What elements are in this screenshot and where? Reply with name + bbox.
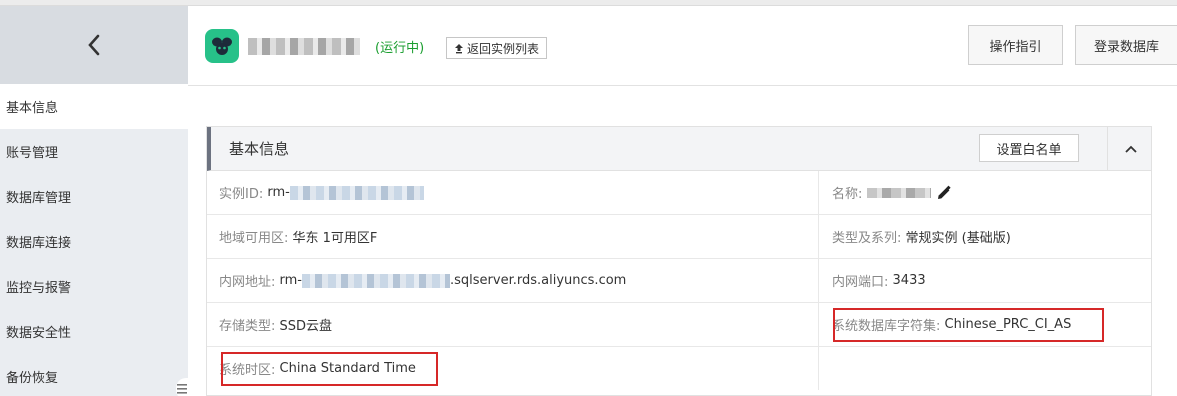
region-zone-field: 地域可用区: 华东 1可用区F <box>207 215 819 258</box>
instance-header: (运行中) 返回实例列表 操作指引 登录数据库 <box>188 6 1177 86</box>
back-to-list-button[interactable]: 返回实例列表 <box>446 37 548 59</box>
sidebar-item-label: 监控与报警 <box>6 281 72 296</box>
internal-port-field: 内网端口: 3433 <box>819 259 1151 302</box>
name-field: 名称: <box>819 171 1151 214</box>
collapse-panel-button[interactable] <box>1107 127 1153 170</box>
sidebar-item-label: 数据库连接 <box>6 236 72 251</box>
panel-header: 基本信息 设置白名单 <box>207 127 1151 171</box>
info-row: 地域可用区: 华东 1可用区F 类型及系列: 常规实例 (基础版) <box>207 215 1151 259</box>
timezone-highlight-box <box>221 352 438 386</box>
sidebar-item-security[interactable]: 数据安全性 <box>0 309 188 354</box>
upload-arrow-icon <box>455 43 463 53</box>
internal-address-suffix: .sqlserver.rds.aliyuncs.com <box>450 273 627 288</box>
field-label: 内网地址: <box>219 275 276 290</box>
instance-name-redacted <box>248 38 360 55</box>
internal-address-prefix: rm- <box>279 273 303 288</box>
sidebar-item-label: 备份恢复 <box>6 371 59 386</box>
sidebar-item-backup[interactable]: 备份恢复 <box>0 354 188 396</box>
instance-id-field: 实例ID: rm- <box>207 171 819 214</box>
edit-name-icon[interactable] <box>936 185 952 201</box>
sidebar-item-label: 账号管理 <box>6 146 59 161</box>
back-to-list-label: 返回实例列表 <box>467 41 540 56</box>
panel-title: 基本信息 <box>229 140 290 158</box>
field-label: 类型及系列: <box>832 231 902 246</box>
sqlserver-instance-icon <box>205 29 239 63</box>
type-series-value: 常规实例 (基础版) <box>905 231 1011 246</box>
charset-highlight-box <box>833 308 1104 342</box>
field-label: 名称: <box>832 187 863 202</box>
sidebar-item-databases[interactable]: 数据库管理 <box>0 174 188 219</box>
sidebar-item-label: 基本信息 <box>6 101 59 116</box>
sidebar-collapse-toggle[interactable] <box>176 378 188 396</box>
login-database-button[interactable]: 登录数据库 <box>1075 25 1177 65</box>
sidebar-item-accounts[interactable]: 账号管理 <box>0 129 188 174</box>
sidebar-item-connection[interactable]: 数据库连接 <box>0 219 188 264</box>
storage-type-field: 存储类型: SSD云盘 <box>207 303 819 346</box>
instance-id-value: rm- <box>267 185 290 200</box>
chevron-up-icon <box>1124 145 1137 153</box>
menu-icon <box>177 384 187 394</box>
sidebar-item-basic-info[interactable]: 基本信息 <box>0 84 188 129</box>
redacted-instance-name <box>866 187 931 198</box>
sidebar-item-label: 数据安全性 <box>6 326 72 341</box>
database-engine-icon <box>212 37 232 55</box>
redacted-instance-id <box>289 185 424 200</box>
status-badge: (运行中) <box>375 41 425 56</box>
internal-port-value: 3433 <box>892 273 926 288</box>
type-series-field: 类型及系列: 常规实例 (基础版) <box>819 215 1151 258</box>
sidebar: 基本信息 账号管理 数据库管理 数据库连接 监控与报警 数据安全性 备份恢复 <box>0 6 188 396</box>
back-button[interactable] <box>0 6 188 84</box>
chevron-left-icon <box>88 34 100 56</box>
field-label: 实例ID: <box>219 187 264 202</box>
empty-cell <box>819 347 1151 390</box>
info-row: 内网地址: rm- .sqlserver.rds.aliyuncs.com 内网… <box>207 259 1151 303</box>
set-whitelist-button[interactable]: 设置白名单 <box>979 134 1079 162</box>
sidebar-item-label: 数据库管理 <box>6 191 72 206</box>
region-zone-value: 华东 1可用区F <box>292 231 378 246</box>
operation-guide-button[interactable]: 操作指引 <box>968 25 1063 65</box>
internal-address-field: 内网地址: rm- .sqlserver.rds.aliyuncs.com <box>207 259 819 302</box>
field-label: 存储类型: <box>219 319 276 334</box>
info-row: 实例ID: rm- 名称: <box>207 171 1151 215</box>
field-label: 地域可用区: <box>219 231 289 246</box>
sidebar-item-monitoring[interactable]: 监控与报警 <box>0 264 188 309</box>
storage-type-value: SSD云盘 <box>279 319 333 334</box>
redacted-address <box>302 273 451 288</box>
field-label: 内网端口: <box>832 275 889 290</box>
